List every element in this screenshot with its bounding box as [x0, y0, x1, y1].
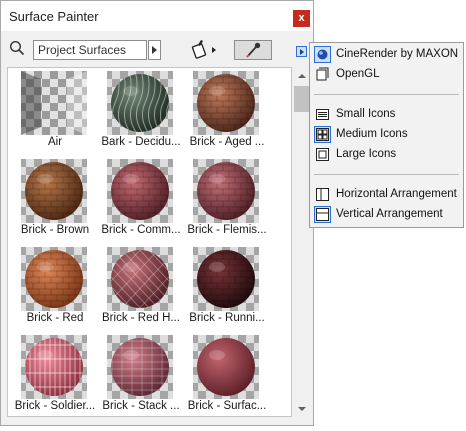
surface-name: Air	[47, 136, 63, 148]
red-brick-surface-swatch	[21, 247, 87, 311]
bark-surface-swatch	[107, 71, 173, 135]
stack-brick-surface-swatch	[107, 335, 173, 399]
menu-item-label: Small Icons	[336, 108, 396, 120]
surface-name: Brick - Aged ...	[189, 136, 265, 148]
menu-item-label: Medium Icons	[336, 128, 408, 140]
menu-item-cinerender[interactable]: CineRender by MAXON	[313, 45, 461, 64]
medium-icons-icon	[314, 126, 331, 143]
surface-name: Brick - Runni...	[189, 312, 265, 324]
vertical-scrollbar[interactable]	[293, 68, 310, 417]
large-icons-icon	[314, 146, 331, 163]
surface-name: Brick - Red	[26, 312, 84, 324]
menu-item-large-icons[interactable]: Large Icons	[313, 145, 461, 164]
opengl-icon	[314, 66, 331, 83]
menu-item-label: CineRender by MAXON	[336, 48, 459, 60]
close-button[interactable]: x	[293, 10, 310, 27]
scroll-up-arrow-icon[interactable]	[293, 68, 310, 85]
surface-name: Brick - Red H...	[102, 312, 180, 324]
surface-tile[interactable]: Brick - Soldier...	[9, 333, 101, 416]
small-icons-icon	[314, 106, 331, 123]
aged-brick-surface-swatch	[193, 71, 259, 135]
surface-name: Brick - Brown	[20, 224, 90, 236]
brown-brick-surface-swatch	[21, 159, 87, 223]
palette-title: Surface Painter	[9, 9, 99, 24]
surface-tile[interactable]: Air	[9, 69, 101, 153]
horizontal-arrangement-icon	[314, 186, 331, 203]
running-brick-surface-swatch	[193, 247, 259, 311]
surface-grid: Air Bark - Decidu... Brick - Aged ... Brick…	[7, 67, 292, 417]
flemish-brick-surface-swatch	[193, 159, 259, 223]
surface-name: Brick - Comm...	[101, 224, 181, 236]
surface-tile[interactable]: Bark - Decidu...	[95, 69, 187, 153]
air-surface-swatch	[21, 71, 87, 135]
surface-tile[interactable]: Brick - Red H...	[95, 245, 187, 329]
surface-tile[interactable]: Brick - Comm...	[95, 157, 187, 241]
surface-name: Brick - Surfac...	[187, 400, 267, 412]
cinerender-icon	[314, 46, 331, 63]
surface-tile[interactable]: Brick - Red	[9, 245, 101, 329]
surface-tile[interactable]: Brick - Brown	[9, 157, 101, 241]
search-icon[interactable]	[9, 40, 25, 56]
vertical-arrangement-icon	[314, 206, 331, 223]
scroll-down-arrow-icon[interactable]	[293, 400, 310, 417]
surface-name: Bark - Decidu...	[101, 136, 181, 148]
menu-item-label: Horizontal Arrangement	[336, 188, 457, 200]
palette-options-menu: CineRender by MAXON OpenGL Small Icons Medi…	[309, 42, 464, 228]
surface-tile[interactable]: Brick - Surfac...	[181, 333, 273, 416]
menu-item-small-icons[interactable]: Small Icons	[313, 105, 461, 124]
menu-item-label: Large Icons	[336, 148, 397, 160]
menu-item-horizontal-arrangement[interactable]: Horizontal Arrangement	[313, 185, 461, 204]
menu-item-label: Vertical Arrangement	[336, 208, 443, 220]
surface-tile[interactable]: Brick - Aged ...	[181, 69, 273, 153]
menu-item-vertical-arrangement[interactable]: Vertical Arrangement	[313, 205, 461, 224]
surface-name: Brick - Flemis...	[187, 224, 267, 236]
surface-name: Brick - Soldier...	[14, 400, 96, 412]
brick-surface-swatch	[193, 335, 259, 399]
menu-item-opengl[interactable]: OpenGL	[313, 65, 461, 84]
surface-name: Brick - Stack ...	[102, 400, 180, 412]
surface-tile[interactable]: Brick - Flemis...	[181, 157, 273, 241]
surface-tile[interactable]: Brick - Stack ...	[95, 333, 187, 416]
common-brick-surface-swatch	[107, 159, 173, 223]
surface-set-dropdown-arrow[interactable]	[148, 40, 161, 60]
paint-bucket-icon[interactable]	[189, 39, 219, 61]
surface-painter-palette: Surface Painter x Project Surfaces Air Ba…	[0, 0, 314, 426]
red-herringbone-brick-surface-swatch	[107, 247, 173, 311]
scroll-thumb[interactable]	[294, 86, 309, 112]
surface-tile[interactable]: Brick - Runni...	[181, 245, 273, 329]
surface-set-field[interactable]: Project Surfaces	[33, 40, 147, 60]
title-bar[interactable]: Surface Painter x	[1, 1, 313, 31]
menu-item-label: OpenGL	[336, 68, 380, 80]
menu-item-medium-icons[interactable]: Medium Icons	[313, 125, 461, 144]
eyedropper-icon[interactable]	[234, 40, 272, 60]
menu-separator	[314, 94, 459, 95]
soldier-brick-surface-swatch	[21, 335, 87, 399]
menu-separator	[314, 174, 459, 175]
options-menu-arrow-icon[interactable]	[296, 46, 307, 57]
